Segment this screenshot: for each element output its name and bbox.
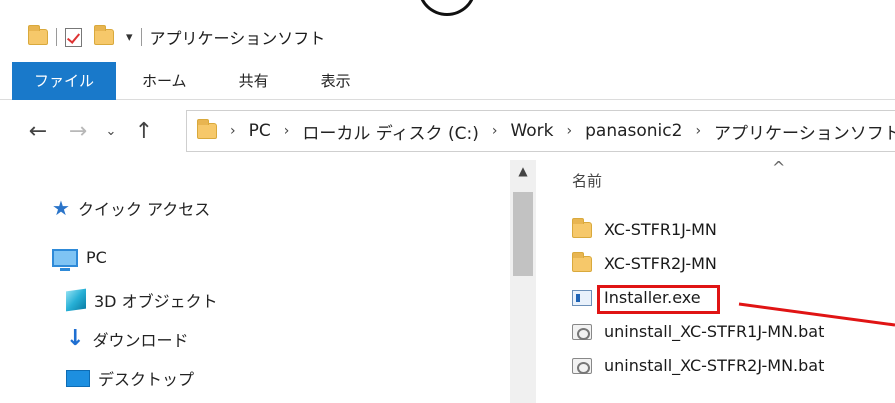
scroll-thumb[interactable] <box>513 192 533 276</box>
desktop-icon <box>66 369 90 387</box>
breadcrumb-separator: › <box>695 123 702 139</box>
breadcrumb-pc[interactable]: PC <box>249 121 271 141</box>
nav-item-label: クイック アクセス <box>77 200 211 219</box>
tab-view[interactable]: 表示 <box>295 62 377 100</box>
breadcrumb-app-software[interactable]: アプリケーションソフト <box>714 119 895 144</box>
folder-icon <box>572 251 592 272</box>
tab-file[interactable]: ファイル <box>12 61 116 100</box>
nav-pane-scrollbar[interactable]: ▲ <box>510 160 536 403</box>
file-name: XC-STFR1J-MN <box>604 220 717 239</box>
folder-icon <box>197 119 217 139</box>
breadcrumb-separator: › <box>491 123 498 139</box>
file-row-bat[interactable]: uninstall_XC-STFR2J-MN.bat <box>572 356 824 375</box>
new-folder-icon[interactable] <box>94 25 114 45</box>
ribbon-tabs: ファイル ホーム 共有 表示 <box>0 61 895 100</box>
title-bar: ▾ アプリケーションソフト <box>0 16 895 58</box>
breadcrumb-separator: › <box>230 123 236 139</box>
nav-item-pc[interactable]: PC <box>52 248 107 271</box>
breadcrumb-panasonic2[interactable]: panasonic2 <box>585 121 682 141</box>
download-icon: ↓ <box>66 326 85 351</box>
tab-home[interactable]: ホーム <box>116 62 213 100</box>
nav-item-downloads[interactable]: ↓ ダウンロード <box>66 326 188 351</box>
tab-share[interactable]: 共有 <box>213 62 295 100</box>
file-row-folder[interactable]: XC-STFR1J-MN <box>572 217 717 239</box>
nav-item-3d-objects[interactable]: 3D オブジェクト <box>66 288 218 312</box>
file-row-bat[interactable]: uninstall_XC-STFR1J-MN.bat <box>572 322 824 341</box>
customize-dropdown-icon[interactable]: ▾ <box>126 30 133 45</box>
nav-item-label: PC <box>86 248 107 267</box>
breadcrumb-local-disk[interactable]: ローカル ディスク (C:) <box>302 119 478 144</box>
divider <box>56 28 57 46</box>
window-title: アプリケーションソフト <box>149 29 326 48</box>
exe-icon <box>572 289 592 306</box>
breadcrumb-work[interactable]: Work <box>510 121 553 141</box>
nav-item-quick-access[interactable]: ★ クイック アクセス <box>52 196 210 220</box>
navigation-pane: ★ クイック アクセス PC 3D オブジェクト ↓ ダウンロード デスクトップ <box>0 160 510 403</box>
nav-item-desktop[interactable]: デスクトップ <box>66 366 194 390</box>
file-name: XC-STFR2J-MN <box>604 254 717 273</box>
annotation-circle <box>418 0 476 16</box>
column-header-name[interactable]: 名前 <box>572 170 602 191</box>
3d-objects-icon <box>66 288 86 312</box>
nav-item-label: デスクトップ <box>98 370 195 389</box>
file-row-folder[interactable]: XC-STFR2J-MN <box>572 251 717 273</box>
recent-locations-chevron-icon[interactable]: ⌄ <box>98 124 124 139</box>
bat-file-icon <box>572 357 592 374</box>
properties-check-icon[interactable] <box>65 27 82 47</box>
file-name: uninstall_XC-STFR2J-MN.bat <box>604 356 825 375</box>
breadcrumb-separator: › <box>283 123 290 139</box>
divider <box>140 28 142 46</box>
scroll-up-arrow-icon[interactable]: ▲ <box>510 164 536 178</box>
address-bar[interactable]: › PC › ローカル ディスク (C:) › Work › panasonic… <box>186 110 895 152</box>
installer-highlight-box <box>597 285 720 314</box>
sort-ascending-icon: ^ <box>772 158 786 177</box>
nav-item-label: ダウンロード <box>92 330 189 350</box>
breadcrumb-separator: › <box>566 123 573 139</box>
file-name: uninstall_XC-STFR1J-MN.bat <box>604 322 825 341</box>
address-row: ← → ⌄ ↑ › PC › ローカル ディスク (C:) › Work › p… <box>0 108 895 154</box>
file-list: ^ 名前 XC-STFR1J-MN XC-STFR2J-MN Installer… <box>536 158 895 403</box>
star-icon: ★ <box>52 196 70 220</box>
bat-file-icon <box>572 323 592 340</box>
folder-icon[interactable] <box>28 25 48 45</box>
pc-icon <box>52 248 78 271</box>
folder-icon <box>572 217 592 238</box>
nav-item-label: 3D オブジェクト <box>94 292 218 311</box>
forward-arrow-icon[interactable]: → <box>58 119 98 144</box>
back-arrow-icon[interactable]: ← <box>18 119 58 144</box>
up-arrow-icon[interactable]: ↑ <box>124 119 164 144</box>
